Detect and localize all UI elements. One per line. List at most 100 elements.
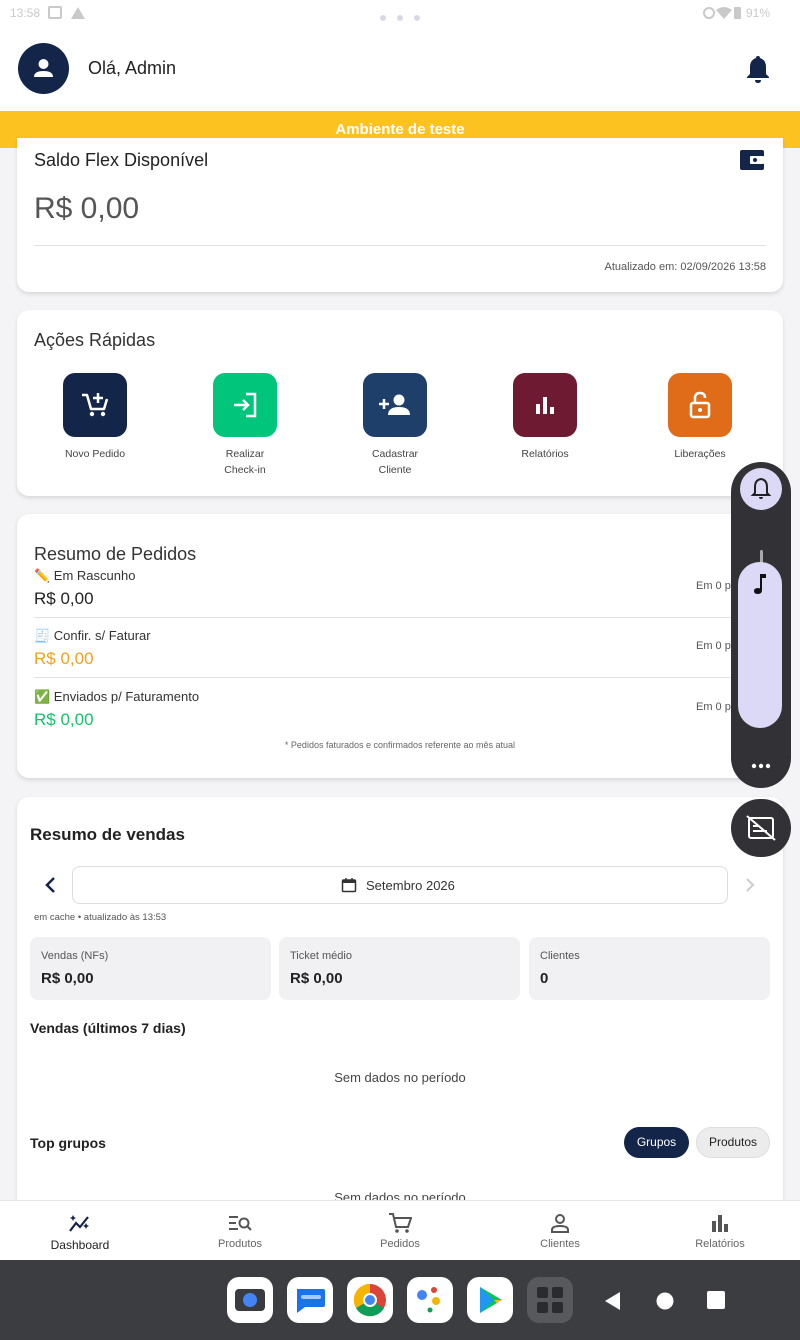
saldo-card: Saldo Flex Disponível R$ 0,00 Atualizado… [17,138,783,292]
nav-pedidos[interactable]: Pedidos [320,1201,480,1261]
nav-label: Produtos [217,1238,263,1250]
back-icon[interactable] [602,1291,622,1311]
quick-actions-card: Ações Rápidas Novo Pedido Realizar Check… [17,310,783,496]
saldo-title: Saldo Flex Disponível [34,150,209,170]
metric-value: 0 [540,970,549,987]
orders-summary-card: Resumo de Pedidos ✏️ Em Rascunho R$ 0,00… [17,514,783,778]
orders-row-label: ✏️ Em Rascunho [34,568,136,583]
metric-label: Ticket médio [290,950,352,962]
ringer-button[interactable] [740,468,782,510]
music-note-icon [754,574,766,594]
status-time: 13:58 [10,6,41,20]
status-bar: 13:58 91% [0,0,800,26]
metric-label: Clientes [540,950,580,962]
login-icon [234,392,257,418]
chip-produtos[interactable]: Produtos [696,1127,770,1158]
nav-label: Pedidos [380,1238,420,1250]
action-cadastrar-cliente[interactable]: Cadastrar Cliente [340,373,450,478]
app-grid-icon [537,1287,563,1313]
cart-icon [389,1213,412,1233]
battery-level: 91% [746,6,771,20]
home-icon[interactable] [655,1291,675,1311]
dock-chrome[interactable] [347,1277,393,1323]
person-icon [34,59,53,77]
orders-row-count: Em 0 p [696,640,731,652]
warning-icon [70,6,86,23]
person-add-icon [379,394,410,415]
play-store-icon [480,1287,502,1313]
orders-row-rascunho[interactable]: ✏️ Em Rascunho R$ 0,00 Em 0 p [34,568,766,628]
metric-clientes: Clientes 0 [529,937,770,1000]
chevron-right-icon[interactable] [743,877,755,893]
nav-produtos[interactable]: Produtos [160,1201,320,1261]
assistant-icon [417,1287,440,1313]
orders-row-value: R$ 0,00 [34,589,94,608]
captions-off-icon [746,815,776,841]
action-tile [63,373,127,437]
volume-slider[interactable] [738,562,782,728]
camera-icon [235,1289,265,1311]
action-label: Relatórios [521,448,569,460]
avatar[interactable] [18,43,69,94]
volume-panel [731,462,791,788]
orders-row-count: Em 0 p [696,580,731,592]
nav-label: Dashboard [50,1238,110,1252]
sales-summary-title: Resumo de vendas [30,825,185,844]
action-label: Novo Pedido [64,448,126,460]
bell-outline-icon [750,477,772,499]
orders-row-value: R$ 0,00 [34,710,94,729]
nav-relatorios[interactable]: Relatórios [640,1201,800,1261]
notifications-bell-icon[interactable] [744,54,772,84]
saldo-value: R$ 0,00 [34,192,140,225]
action-liberacoes[interactable]: Liberações [645,373,755,462]
empty-state: Sem dados no período [334,1070,466,1085]
top-groups-title: Top grupos [30,1135,106,1151]
orders-summary-title: Resumo de Pedidos [34,544,197,564]
person-icon [551,1214,569,1233]
metric-label: Vendas (NFs) [41,950,109,962]
dock-messages[interactable] [287,1277,333,1323]
action-tile [668,373,732,437]
dashboard-icon [69,1215,89,1232]
action-tile [363,373,427,437]
divider [34,677,766,678]
action-label: Realizar Check-in [224,448,266,476]
bar-chart-icon [712,1215,728,1232]
last-7-days-title: Vendas (últimos 7 dias) [30,1020,186,1036]
cache-status: em cache • atualizado às 13:53 [34,912,167,923]
nav-clientes[interactable]: Clientes [480,1201,640,1261]
screenshot-icon [48,6,62,22]
action-label: Liberações [674,448,726,460]
action-novo-pedido[interactable]: Novo Pedido [40,373,150,462]
chevron-left-icon[interactable] [43,875,59,895]
action-realizar-check-in[interactable]: Realizar Check-in [190,373,300,478]
chrome-icon [353,1283,386,1317]
metric-value: R$ 0,00 [41,970,94,987]
dock-play-store[interactable] [467,1277,513,1323]
action-tile [213,373,277,437]
camera-dots [380,10,431,24]
live-caption-button[interactable] [731,799,791,857]
bottom-navigation: Dashboard Produtos Pedidos Clientes Rela… [0,1200,800,1260]
nav-dashboard[interactable]: Dashboard [0,1201,160,1261]
hotspot-icon [702,6,716,23]
empty-state: Sem dados no período [334,1190,466,1200]
recents-icon[interactable] [707,1291,725,1309]
month-selector[interactable]: Setembro 2026 [72,866,728,904]
messages-icon [297,1289,325,1313]
orders-row-label: ✅ Enviados p/ Faturamento [34,689,200,704]
month-label: Setembro 2026 [366,878,455,893]
unlock-icon [689,391,711,419]
divider [34,245,766,246]
sales-summary-card: Resumo de vendas Setembro 2026 em cache … [17,797,783,1217]
dock-all-apps[interactable] [527,1277,573,1323]
orders-row-confirmados[interactable]: 🧾 Confir. s/ Faturar R$ 0,00 Em 0 p [34,628,766,688]
chip-grupos[interactable]: Grupos [624,1127,689,1158]
metric-ticket-medio: Ticket médio R$ 0,00 [279,937,520,1000]
action-relatorios[interactable]: Relatórios [490,373,600,462]
orders-row-label: 🧾 Confir. s/ Faturar [34,628,151,643]
dock-assistant[interactable] [407,1277,453,1323]
more-options-icon[interactable] [751,756,771,774]
dock-camera[interactable] [227,1277,273,1323]
product-search-icon [229,1216,252,1231]
